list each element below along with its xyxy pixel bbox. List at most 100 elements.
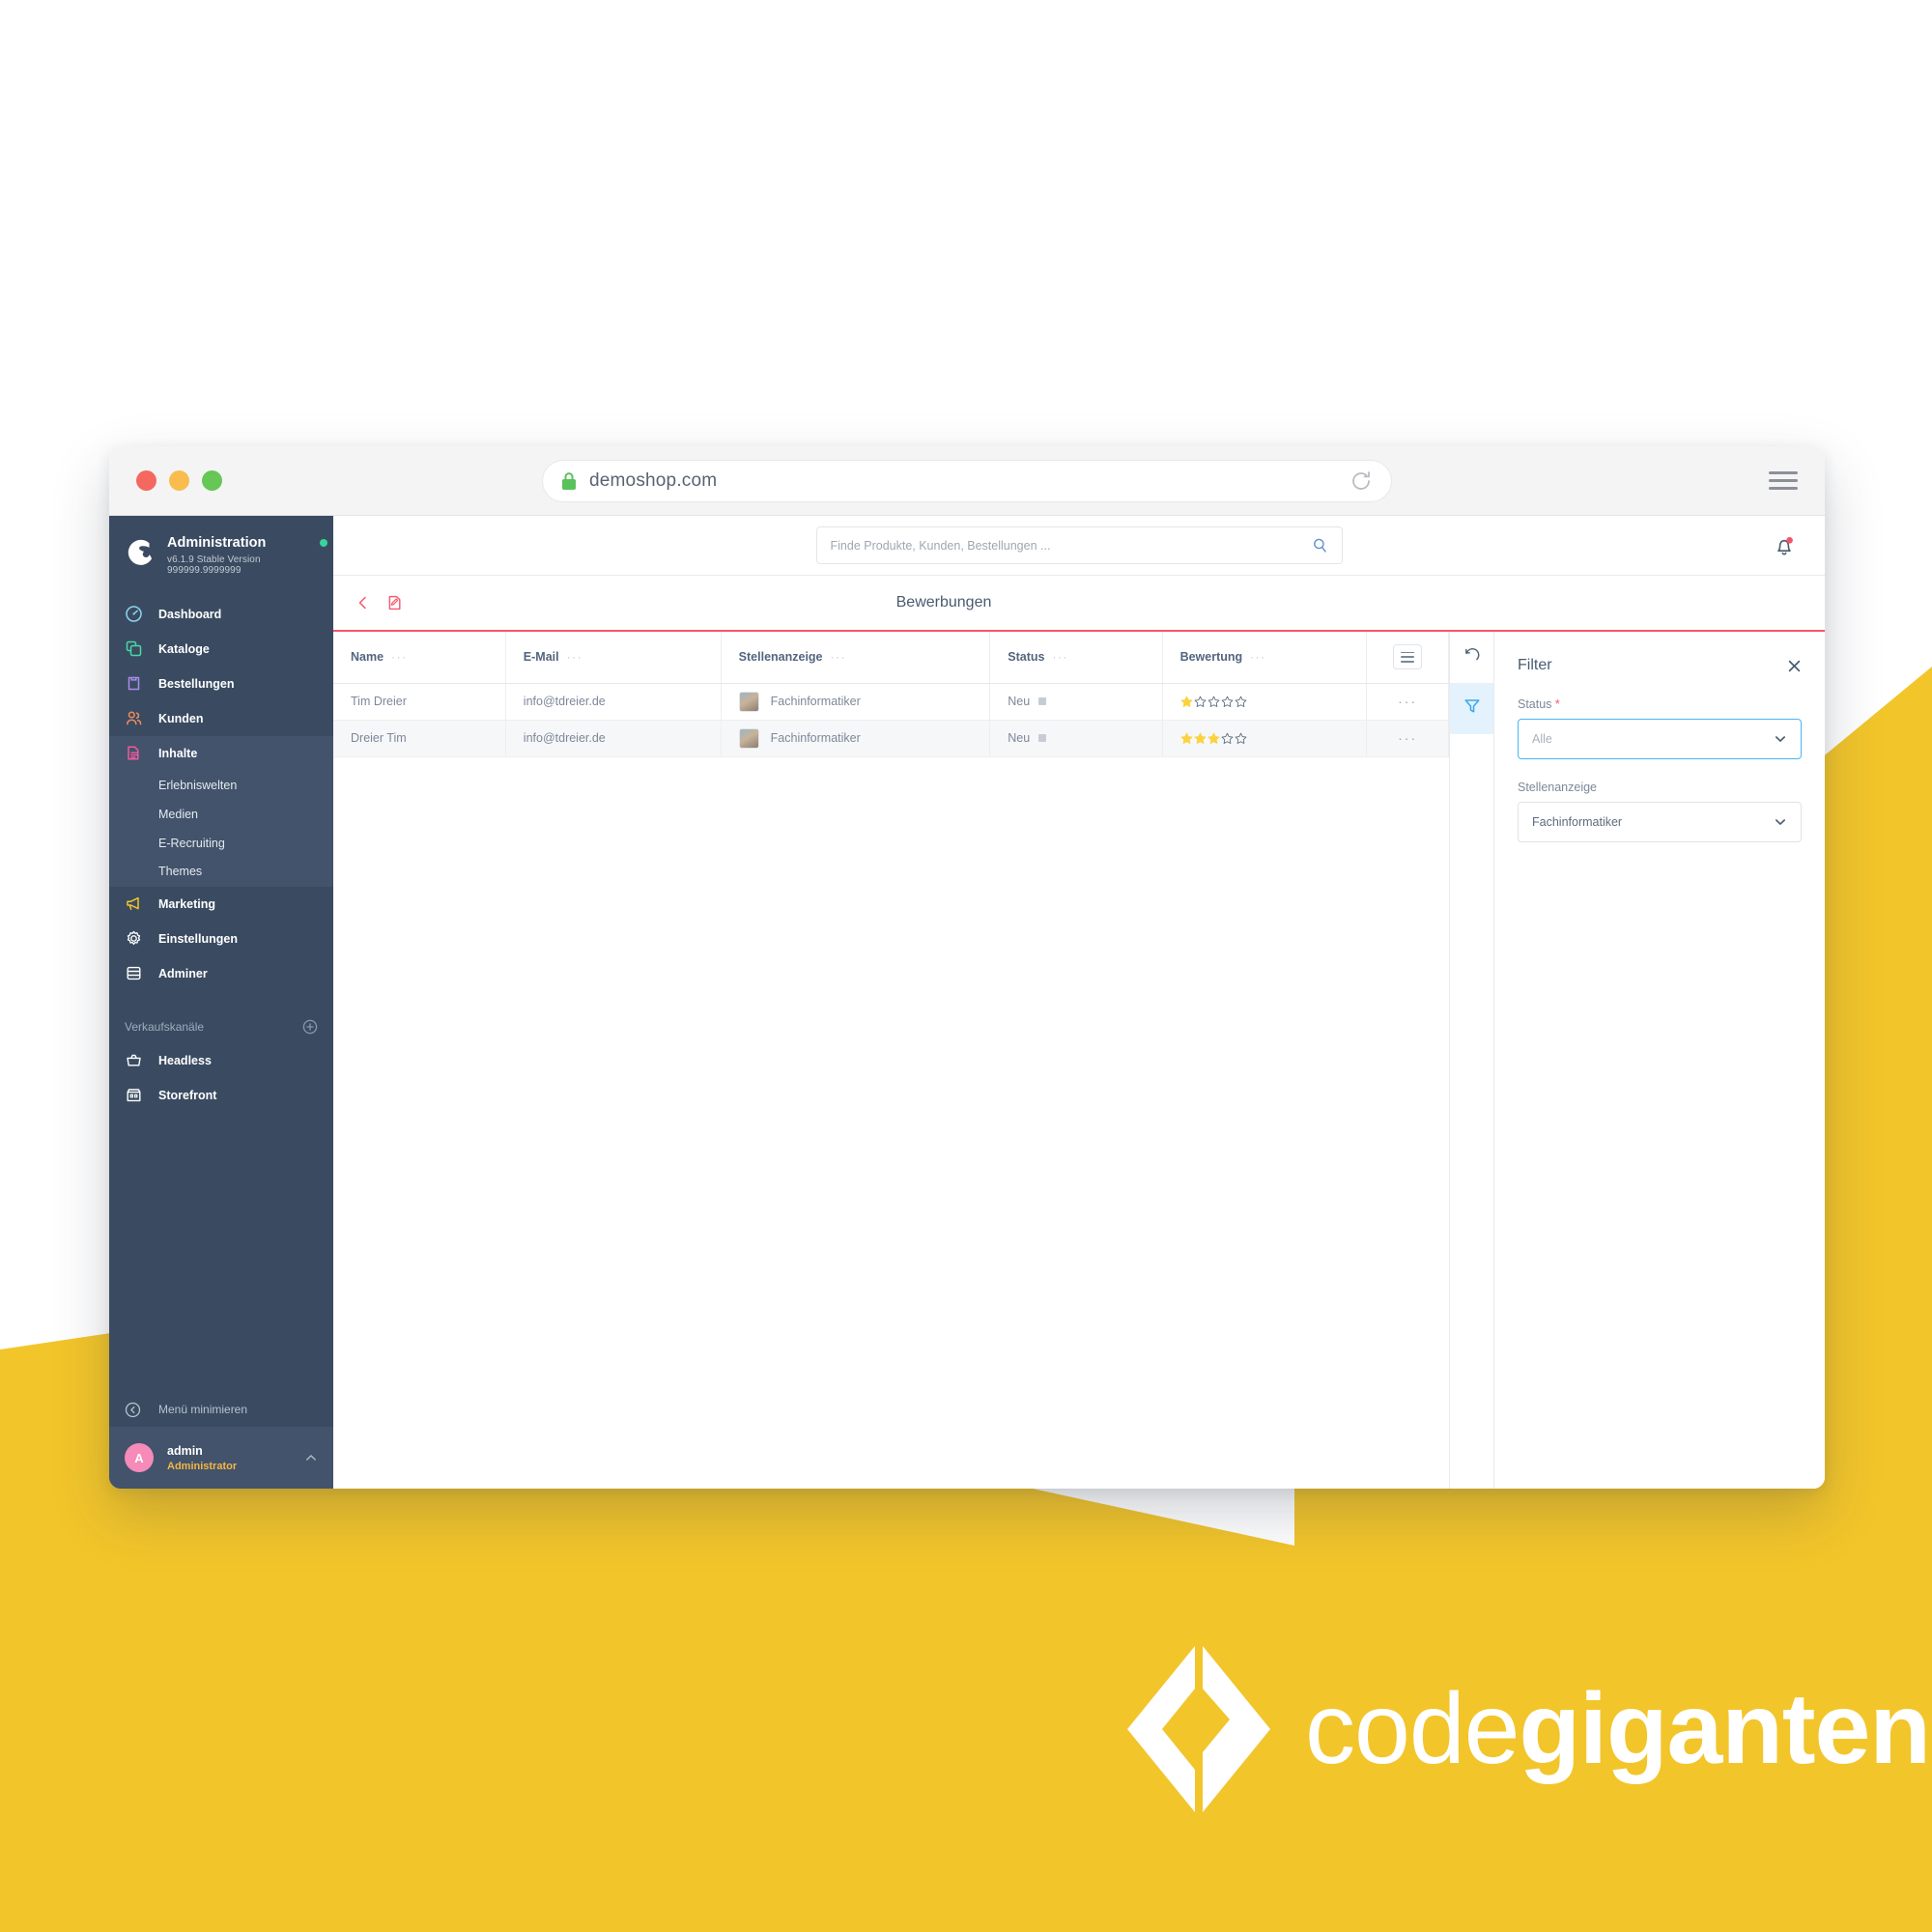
sidebar-subitem-label: Erlebniswelten (158, 778, 238, 792)
sidebar: Administration v6.1.9 Stable Version 999… (109, 516, 333, 1489)
megaphone-icon (125, 895, 143, 913)
filter-select-value: Alle (1532, 732, 1552, 746)
sidebar-item-label: Einstellungen (158, 931, 238, 946)
minimize-window-button[interactable] (169, 470, 189, 491)
row-actions-icon[interactable]: ··· (1398, 730, 1417, 746)
column-header-name[interactable]: Name ··· (333, 632, 506, 684)
sidebar-item-headless[interactable]: Headless (109, 1043, 333, 1078)
table-row[interactable]: Tim Dreier info@tdreier.de Fachinformati… (333, 683, 1449, 721)
shopware-logo-icon (125, 537, 157, 575)
column-label: Bewertung (1179, 650, 1243, 665)
admin-app: Administration v6.1.9 Stable Version 999… (109, 516, 1825, 1489)
content-icon (125, 744, 143, 762)
rating-stars (1180, 732, 1350, 745)
page-header-actions (355, 594, 403, 611)
status-badge: Neu (1008, 731, 1031, 745)
sidebar-subitem-label: Medien (158, 807, 198, 821)
sidebar-item-kataloge[interactable]: Kataloge (109, 632, 333, 667)
status-badge: Neu (1008, 695, 1031, 708)
more-dots-icon[interactable]: ··· (831, 650, 847, 664)
filter-select-stellenanzeige[interactable]: Fachinformatiker (1518, 802, 1802, 842)
sidebar-minimize-button[interactable]: Menü minimieren (109, 1392, 333, 1427)
maximize-window-button[interactable] (202, 470, 222, 491)
star-empty-icon (1235, 696, 1246, 707)
rating-stars (1180, 696, 1350, 708)
more-dots-icon[interactable]: ··· (567, 650, 583, 664)
required-marker: * (1551, 697, 1560, 711)
url-text: demoshop.com (589, 469, 718, 491)
sidebar-item-marketing[interactable]: Marketing (109, 887, 333, 922)
refresh-icon (1463, 645, 1482, 669)
plus-circle-icon[interactable] (302, 1019, 318, 1035)
search-icon[interactable] (1312, 537, 1328, 554)
job-thumbnail (738, 727, 759, 749)
star-filled-icon (1180, 696, 1192, 707)
sidebar-section-label: Verkaufskanäle (125, 1019, 205, 1034)
cell-row-actions: ··· (1366, 683, 1449, 721)
lock-icon (560, 471, 578, 491)
main-content: Finde Produkte, Kunden, Bestellungen ... (333, 516, 1825, 1489)
chevron-left-icon[interactable] (355, 594, 371, 611)
column-settings-icon[interactable] (1393, 644, 1423, 670)
edit-note-icon[interactable] (386, 594, 403, 611)
column-label: Name (351, 650, 384, 665)
filter-toggle-button[interactable] (1450, 683, 1493, 734)
status-square-icon (1038, 734, 1047, 742)
customers-icon (125, 709, 143, 727)
sidebar-item-storefront[interactable]: Storefront (109, 1078, 333, 1113)
sidebar-item-bestellungen[interactable]: Bestellungen (109, 667, 333, 701)
column-header-stellenanzeige[interactable]: Stellenanzeige ··· (721, 632, 991, 684)
search-input[interactable]: Finde Produkte, Kunden, Bestellungen ... (815, 526, 1343, 564)
column-header-bewertung[interactable]: Bewertung ··· (1162, 632, 1368, 684)
column-header-email[interactable]: E-Mail ··· (505, 632, 722, 684)
cell-row-actions: ··· (1366, 720, 1449, 757)
filter-select-status[interactable]: Alle (1518, 719, 1802, 759)
more-dots-icon[interactable]: ··· (1250, 650, 1266, 664)
sidebar-item-label: Storefront (158, 1088, 217, 1102)
address-bar[interactable]: demoshop.com (542, 459, 1392, 502)
sidebar-subitem-e-recruiting[interactable]: E-Recruiting (109, 828, 333, 858)
sidebar-item-einstellungen[interactable]: Einstellungen (109, 922, 333, 956)
funnel-filter-icon (1463, 696, 1482, 721)
cell-name: Dreier Tim (333, 720, 506, 757)
store-icon (125, 1086, 143, 1104)
sidebar-subitem-themes[interactable]: Themes (109, 857, 333, 887)
sidebar-version: v6.1.9 Stable Version 999999.9999999 (167, 554, 261, 576)
orders-icon (125, 674, 143, 693)
column-label: E-Mail (523, 650, 559, 665)
cell-job-label: Fachinformatiker (770, 731, 861, 745)
chevron-up-icon[interactable] (304, 1451, 318, 1464)
filter-panel-header: Filter (1518, 657, 1802, 674)
top-bar: Finde Produkte, Kunden, Bestellungen ... (333, 516, 1825, 576)
more-dots-icon[interactable]: ··· (1052, 650, 1068, 664)
job-thumbnail (738, 691, 759, 712)
chevron-down-icon (1774, 732, 1787, 746)
hamburger-menu-icon[interactable] (1769, 471, 1798, 490)
row-actions-icon[interactable]: ··· (1398, 694, 1417, 709)
sidebar-item-kunden[interactable]: Kunden (109, 701, 333, 736)
notifications-button[interactable] (1773, 533, 1796, 558)
refresh-button[interactable] (1450, 632, 1493, 683)
sidebar-item-label: Kataloge (158, 641, 210, 656)
sidebar-user-menu[interactable]: A admin Administrator (109, 1427, 333, 1489)
sidebar-title-block: Administration v6.1.9 Stable Version 999… (167, 535, 333, 576)
sidebar-item-dashboard[interactable]: Dashboard (109, 597, 333, 632)
basket-icon (125, 1051, 143, 1069)
browser-window: demoshop.com Administration v6.1.9 Stabl… (109, 446, 1825, 1489)
sidebar-subitem-erlebniswelten[interactable]: Erlebniswelten (109, 770, 333, 800)
more-dots-icon[interactable]: ··· (391, 650, 408, 664)
sidebar-subitem-medien[interactable]: Medien (109, 799, 333, 829)
reload-icon[interactable] (1349, 469, 1374, 494)
close-window-button[interactable] (136, 470, 156, 491)
sidebar-item-adminer[interactable]: Adminer (109, 956, 333, 991)
column-header-status[interactable]: Status ··· (989, 632, 1163, 684)
avatar: A (125, 1443, 154, 1472)
data-grid: Name ··· E-Mail ··· Stellenanzeige ··· Stat… (333, 632, 1450, 1489)
table-row[interactable]: Dreier Tim info@tdreier.de Fachinformati… (333, 720, 1449, 757)
close-icon[interactable] (1787, 659, 1802, 673)
cell-status: Neu (989, 720, 1163, 757)
window-traffic-lights (136, 470, 222, 491)
cell-rating (1162, 720, 1368, 757)
sidebar-item-inhalte[interactable]: Inhalte (109, 735, 333, 771)
sidebar-subitem-label: E-Recruiting (158, 836, 225, 850)
